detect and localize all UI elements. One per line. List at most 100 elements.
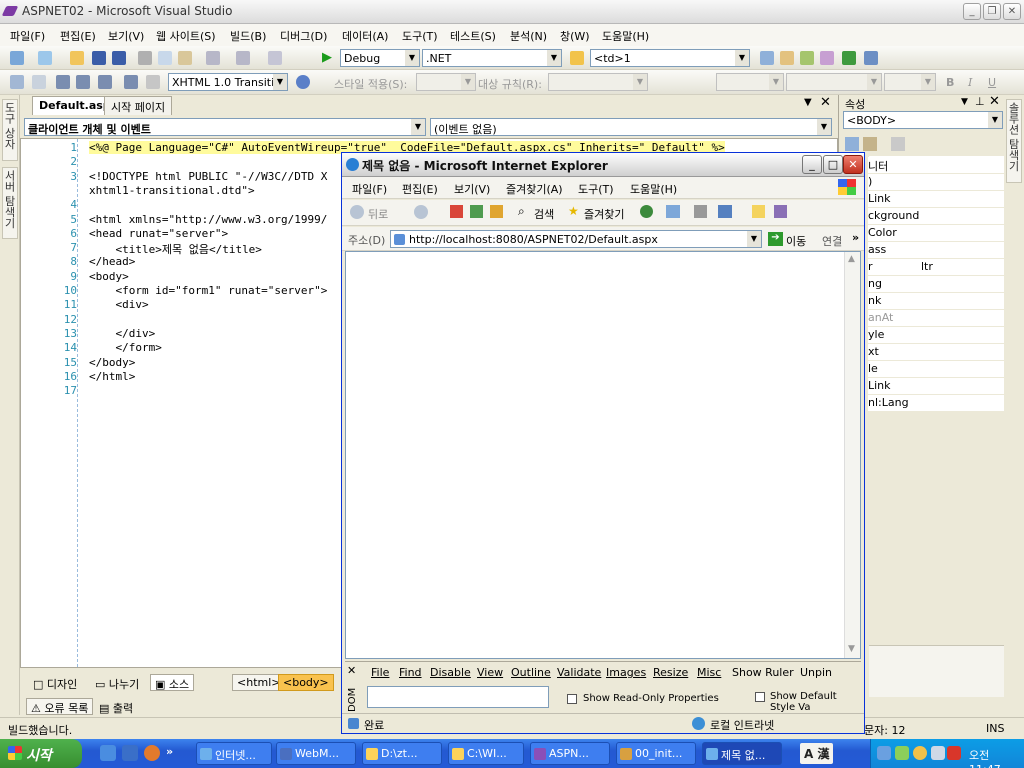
go-button[interactable]: 이동	[786, 233, 806, 249]
quicklaunch-more-icon[interactable]: »	[166, 745, 173, 758]
toolbox-tab[interactable]: 도구 상자	[2, 99, 18, 161]
property-row[interactable]: xt	[868, 344, 1004, 361]
ie-menu-file[interactable]: 파일(F)	[352, 181, 387, 197]
property-row[interactable]: ng	[868, 276, 1004, 293]
network-tray-icon[interactable]	[877, 746, 891, 760]
devbar-resize[interactable]: Resize	[653, 666, 688, 679]
menu-help[interactable]: 도움말(H)	[602, 28, 649, 44]
menu-data[interactable]: 데이터(A)	[342, 28, 388, 44]
task-aspnet[interactable]: ASPN...	[530, 742, 610, 765]
start-page-icon[interactable]	[842, 51, 856, 65]
refresh-icon[interactable]	[470, 205, 483, 218]
scroll-up-icon[interactable]: ▲	[848, 254, 855, 264]
open-folder-icon[interactable]	[70, 51, 84, 65]
task-ie-untitled[interactable]: 제목 없...	[702, 742, 782, 765]
task-webm[interactable]: WebM...	[276, 742, 356, 765]
close-document-icon[interactable]: ✕	[820, 95, 831, 110]
mail-icon[interactable]	[666, 205, 680, 218]
underline-button[interactable]: U	[988, 76, 996, 89]
save-icon[interactable]	[92, 51, 106, 65]
close-properties-icon[interactable]: ✕	[989, 94, 1000, 109]
desktop-quicklaunch-icon[interactable]	[122, 745, 138, 761]
paste-icon[interactable]	[178, 51, 192, 65]
ime-indicator[interactable]: A 漢	[800, 743, 834, 764]
devbar-images[interactable]: Images	[606, 666, 646, 679]
favorites-star-icon[interactable]: ★	[568, 204, 579, 218]
toolbox-icon[interactable]	[820, 51, 834, 65]
stop-icon[interactable]	[450, 205, 463, 218]
output-tab[interactable]: ▤ 출력	[94, 698, 138, 715]
copy-icon[interactable]	[158, 51, 172, 65]
comment-icon[interactable]	[124, 75, 138, 89]
menu-test[interactable]: 테스트(S)	[450, 28, 496, 44]
links-label[interactable]: 연결	[822, 233, 842, 249]
property-row[interactable]: )	[868, 174, 1004, 191]
property-row[interactable]: Link	[868, 191, 1004, 208]
devbar-unpin[interactable]: Unpin	[800, 666, 832, 679]
new-project-icon[interactable]	[10, 51, 24, 65]
bold-button[interactable]: B	[946, 76, 954, 89]
redo-icon[interactable]	[236, 51, 250, 65]
property-row[interactable]: nl:Lang	[868, 395, 1004, 412]
address-input[interactable]: http://localhost:8080/ASPNET02/Default.a…	[390, 230, 762, 248]
property-row[interactable]: Link	[868, 378, 1004, 395]
minimize-button[interactable]: _	[963, 3, 981, 20]
style-icon[interactable]	[32, 75, 46, 89]
task-d-folder[interactable]: D:\zt...	[362, 742, 442, 765]
properties-window-icon[interactable]	[780, 51, 794, 65]
messenger-icon[interactable]	[774, 205, 787, 218]
devbar-file[interactable]: File	[371, 666, 389, 679]
check-accessibility-icon[interactable]	[296, 75, 310, 89]
ie-maximize-button[interactable]: □	[823, 155, 843, 174]
outdent2-icon[interactable]	[98, 75, 112, 89]
menu-tools[interactable]: 도구(T)	[402, 28, 438, 44]
devbar-show-ruler[interactable]: Show Ruler	[732, 666, 794, 679]
task-init[interactable]: 00_init...	[616, 742, 696, 765]
breadcrumb-body[interactable]: <body>	[278, 674, 334, 691]
links-chevron-icon[interactable]: »	[852, 231, 859, 244]
print-icon[interactable]	[694, 205, 707, 218]
devbar-view[interactable]: View	[477, 666, 503, 679]
maximize-button[interactable]: ❐	[983, 3, 1001, 20]
undo-icon[interactable]	[206, 51, 220, 65]
object-browser-icon[interactable]	[800, 51, 814, 65]
pin-icon[interactable]: ⊥	[975, 95, 985, 108]
default-style-checkbox[interactable]	[755, 692, 765, 702]
ie-content-area[interactable]: ▲ ▼	[345, 251, 861, 659]
clock[interactable]: 오전 11:47	[969, 747, 1024, 768]
navigate-backward-icon[interactable]	[268, 51, 282, 65]
property-row[interactable]: 니터	[868, 157, 1004, 174]
task-internet[interactable]: 인터넷...	[196, 742, 272, 765]
target-rule-select[interactable]: ▼	[548, 73, 648, 91]
object-combo[interactable]: 클라이언트 개체 및 이벤트 ▼	[24, 118, 426, 136]
tab-dropdown-icon[interactable]: ▼	[804, 97, 812, 108]
uncomment-icon[interactable]	[146, 75, 160, 89]
error-list-tab[interactable]: ⚠ 오류 목록	[26, 698, 94, 715]
property-row[interactable]: anAt	[868, 310, 1004, 327]
devbar-validate[interactable]: Validate	[557, 666, 601, 679]
outdent-icon[interactable]	[76, 75, 90, 89]
menu-file[interactable]: 파일(F)	[10, 28, 45, 44]
properties-object-select[interactable]: <BODY> ▼	[843, 111, 1003, 129]
split-view-button[interactable]: ▭ 나누기	[90, 674, 144, 691]
start-debugging-icon[interactable]: ▶	[322, 51, 336, 65]
ie-vertical-scrollbar[interactable]: ▲ ▼	[844, 252, 860, 658]
properties-dropdown-icon[interactable]: ▼	[961, 97, 968, 107]
menu-debug[interactable]: 디버그(D)	[280, 28, 327, 44]
find-in-files-icon[interactable]	[570, 51, 584, 65]
solution-explorer-tab[interactable]: 솔루션 탐색기	[1006, 99, 1022, 183]
forward-arrow-icon[interactable]	[414, 205, 428, 219]
ie-minimize-button[interactable]: _	[802, 155, 822, 174]
dom-tree-box[interactable]	[367, 686, 549, 708]
font-name-select[interactable]: ▼	[716, 73, 784, 91]
save-all-icon[interactable]	[112, 51, 126, 65]
find-combo[interactable]: <td>1 ▼	[590, 49, 750, 67]
devbar-misc[interactable]: Misc	[697, 666, 721, 679]
start-button[interactable]: 시작	[0, 739, 82, 768]
pen-tray-icon[interactable]	[895, 746, 909, 760]
property-row[interactable]: ass	[868, 242, 1004, 259]
solution-config-select[interactable]: Debug ▼	[340, 49, 420, 67]
menu-edit[interactable]: 편집(E)	[60, 28, 96, 44]
menu-analyze[interactable]: 분석(N)	[510, 28, 547, 44]
ie-close-button[interactable]: ✕	[843, 155, 863, 174]
